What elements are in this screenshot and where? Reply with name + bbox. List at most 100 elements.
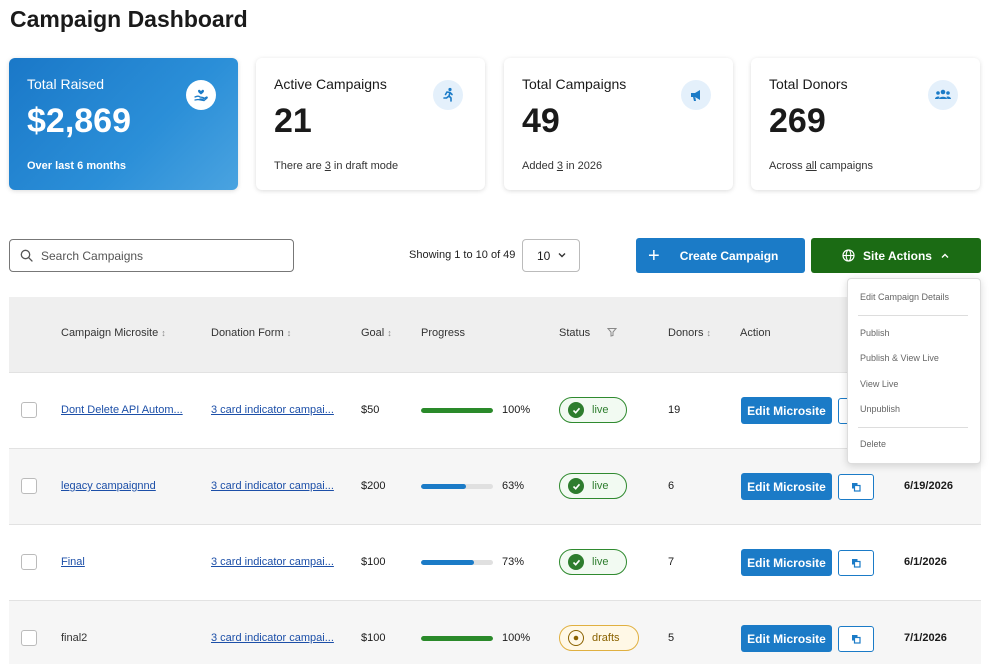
menu-item-view-live[interactable]: View Live <box>860 379 898 389</box>
date-value: 6/19/2026 <box>904 480 953 492</box>
menu-item-delete[interactable]: Delete <box>860 439 886 449</box>
menu-item-unpublish[interactable]: Unpublish <box>860 404 900 414</box>
column-header-status[interactable]: Status <box>559 327 618 339</box>
draft-circle-icon <box>568 630 584 646</box>
progress-bar <box>421 408 493 413</box>
stat-card-total-raised: Total Raised $2,869 Over last 6 months <box>9 58 238 190</box>
plus-icon: + <box>648 244 660 267</box>
copy-button[interactable] <box>838 550 874 576</box>
people-icon <box>928 80 958 110</box>
hand-heart-icon <box>186 80 216 110</box>
stat-card-total-campaigns: Total Campaigns 49 Added 3 in 2026 <box>504 58 733 190</box>
menu-item-edit-campaign-details[interactable]: Edit Campaign Details <box>860 292 949 302</box>
edit-microsite-button[interactable]: Edit Microsite <box>741 397 832 424</box>
copy-icon <box>852 635 861 644</box>
menu-item-publish-view-live[interactable]: Publish & View Live <box>860 353 939 363</box>
copy-button[interactable] <box>838 474 874 500</box>
card-value: 49 <box>522 102 560 140</box>
table-header: Campaign Microsite ↕ Donation Form ↕ Goal ↕… <box>9 297 981 372</box>
stat-card-total-donors: Total Donors 269 Across all campaigns <box>751 58 980 190</box>
goal-value: $100 <box>361 632 386 644</box>
card-subtext: Added 3 in 2026 <box>522 160 603 172</box>
row-checkbox[interactable] <box>21 630 37 646</box>
date-value: 7/1/2026 <box>904 632 947 644</box>
progress-bar <box>421 636 493 641</box>
progress-percent: 73% <box>502 556 525 568</box>
goal-value: $200 <box>361 480 386 492</box>
donors-count: 7 <box>668 556 675 568</box>
column-header-microsite[interactable]: Campaign Microsite ↕ <box>61 327 166 339</box>
filter-icon[interactable] <box>607 327 618 337</box>
copy-icon <box>852 483 861 492</box>
card-value: 269 <box>769 102 826 140</box>
edit-microsite-button[interactable]: Edit Microsite <box>741 549 832 576</box>
check-circle-icon <box>568 478 584 494</box>
status-badge: live <box>559 549 627 575</box>
status-badge: live <box>559 473 627 499</box>
column-header-form[interactable]: Donation Form ↕ <box>211 327 291 339</box>
progress-percent: 100% <box>502 632 531 644</box>
progress-percent: 100% <box>502 404 531 416</box>
copy-button[interactable] <box>838 626 874 652</box>
donors-count: 5 <box>668 632 675 644</box>
card-subtext: Across all campaigns <box>769 160 873 172</box>
status-badge: live <box>559 397 627 423</box>
progress-bar <box>421 484 493 489</box>
site-actions-menu: Edit Campaign Details Publish Publish & … <box>847 278 981 464</box>
edit-microsite-button[interactable]: Edit Microsite <box>741 625 832 652</box>
row-checkbox[interactable] <box>21 402 37 418</box>
donation-form-link[interactable]: 3 card indicator campai... <box>211 404 334 416</box>
row-checkbox[interactable] <box>21 554 37 570</box>
progress-bar <box>421 560 493 565</box>
campaign-microsite-link[interactable]: Dont Delete API Autom... <box>61 404 183 416</box>
column-header-donors[interactable]: Donors ↕ <box>668 327 711 339</box>
sort-icon: ↕ <box>387 328 392 338</box>
row-checkbox[interactable] <box>21 478 37 494</box>
check-circle-icon <box>568 554 584 570</box>
page-title: Campaign Dashboard <box>10 6 248 32</box>
donation-form-link[interactable]: 3 card indicator campai... <box>211 480 334 492</box>
chevron-down-icon <box>558 253 566 258</box>
search-input-wrapper[interactable] <box>9 239 294 272</box>
sort-icon: ↕ <box>706 328 711 338</box>
status-label: live <box>592 480 609 492</box>
menu-item-publish[interactable]: Publish <box>860 328 890 338</box>
page-size-select[interactable]: 10 <box>522 239 580 272</box>
donation-form-link[interactable]: 3 card indicator campai... <box>211 632 334 644</box>
sort-icon: ↕ <box>286 328 292 338</box>
status-badge: drafts <box>559 625 639 651</box>
site-actions-label: Site Actions <box>863 248 932 263</box>
column-header-progress: Progress <box>421 327 466 339</box>
donors-count: 6 <box>668 480 675 492</box>
column-header-goal[interactable]: Goal ↕ <box>361 327 392 339</box>
status-label: drafts <box>592 632 620 644</box>
goal-value: $50 <box>361 404 380 416</box>
date-value: 6/1/2026 <box>904 556 947 568</box>
campaign-microsite-link[interactable]: Final <box>61 556 85 568</box>
create-campaign-label: Create Campaign <box>679 248 779 263</box>
chevron-up-icon <box>941 253 949 258</box>
card-value: $2,869 <box>27 102 131 140</box>
running-person-icon <box>433 80 463 110</box>
table-row: Final 3 card indicator campai... $100 73… <box>9 524 981 600</box>
card-subtext: Over last 6 months <box>27 160 127 172</box>
search-icon <box>20 249 33 262</box>
status-label: live <box>592 556 609 568</box>
edit-microsite-button[interactable]: Edit Microsite <box>741 473 832 500</box>
site-actions-button[interactable]: Site Actions <box>811 238 981 273</box>
card-subtext: There are 3 in draft mode <box>274 160 399 172</box>
create-campaign-button[interactable]: + Create Campaign <box>636 238 805 273</box>
search-input[interactable] <box>41 248 271 263</box>
menu-divider <box>858 427 968 428</box>
globe-icon <box>842 249 855 262</box>
stat-card-active-campaigns: Active Campaigns 21 There are 3 in draft… <box>256 58 485 190</box>
status-label: live <box>592 404 609 416</box>
menu-divider <box>858 315 968 316</box>
sort-icon: ↕ <box>161 328 166 338</box>
megaphone-icon <box>681 80 711 110</box>
page-size-value: 10 <box>537 248 551 263</box>
column-header-action: Action <box>740 327 771 339</box>
progress-percent: 63% <box>502 480 525 492</box>
campaign-microsite-link[interactable]: legacy campaignnd <box>61 480 156 492</box>
donation-form-link[interactable]: 3 card indicator campai... <box>211 556 334 568</box>
